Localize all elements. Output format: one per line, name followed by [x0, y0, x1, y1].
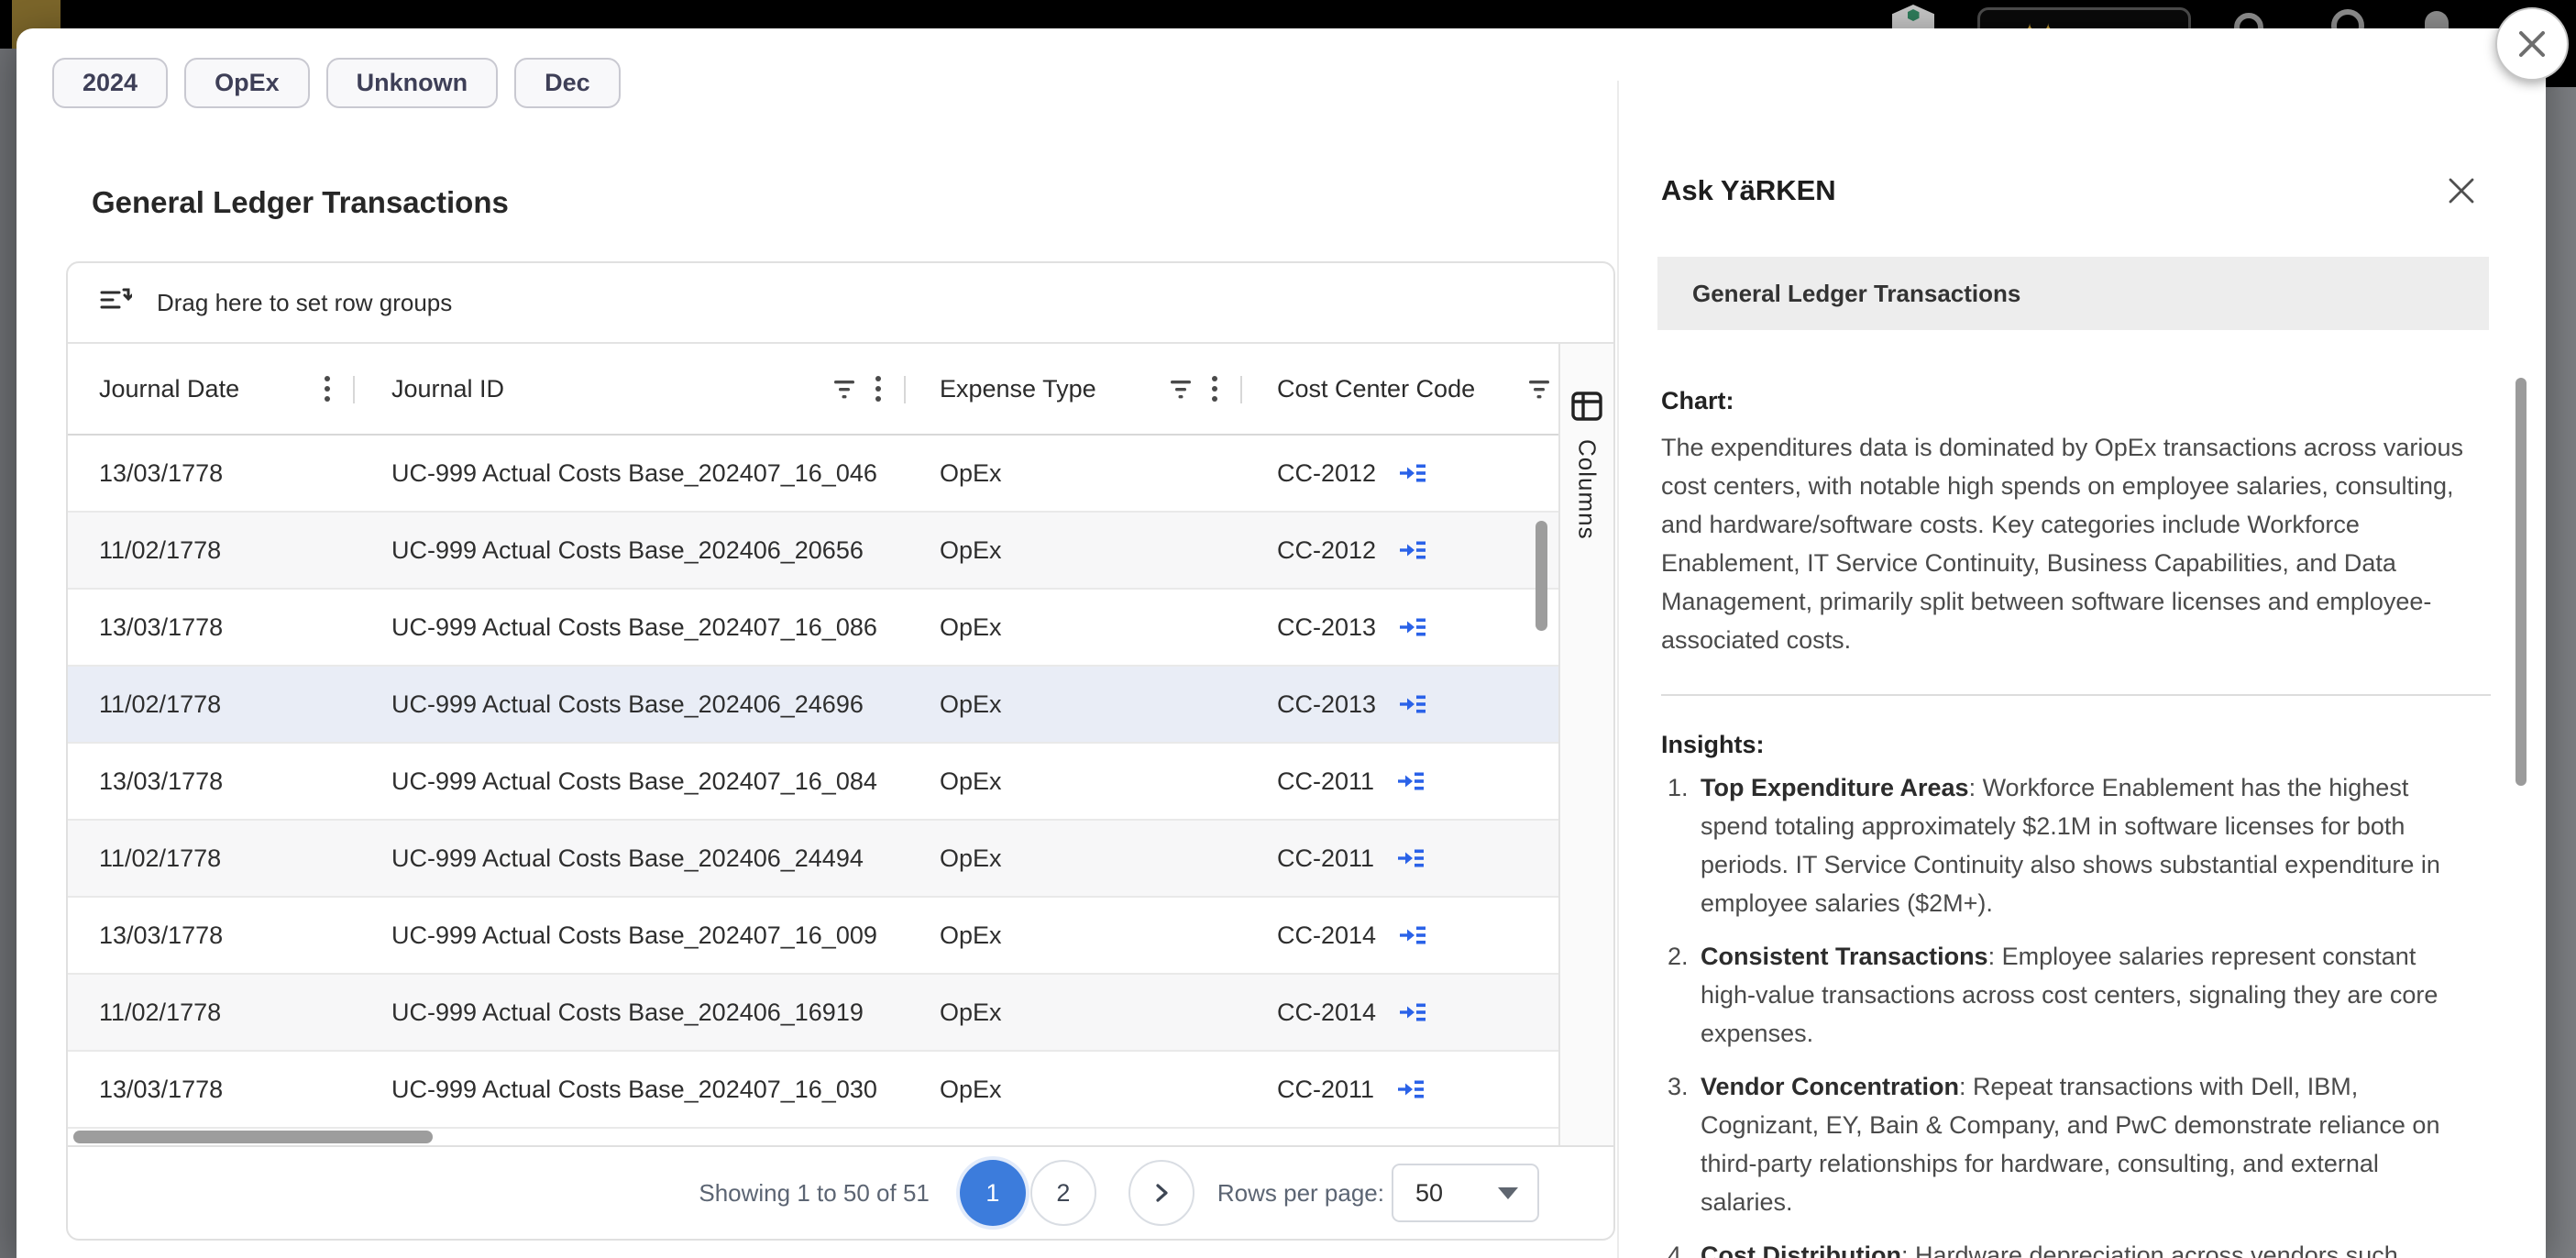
- grid-section: General Ledger Transactions Drag here to…: [17, 108, 1617, 1258]
- close-icon: [2515, 27, 2549, 61]
- horizontal-scrollbar: [68, 1129, 1558, 1145]
- list-item: 1. Top Expenditure Areas: Workforce Enab…: [1661, 768, 2477, 922]
- close-icon: [2445, 174, 2478, 207]
- filter-icon[interactable]: [1169, 377, 1193, 401]
- modal-close-button[interactable]: [2495, 7, 2569, 81]
- columns-icon: [1571, 392, 1602, 421]
- column-header-journal-date[interactable]: Journal Date: [68, 344, 355, 434]
- filter-chip-expense-type[interactable]: OpEx: [184, 58, 310, 108]
- grid-table: Journal Date Journal ID: [68, 344, 1558, 1145]
- drill-into-icon[interactable]: [1397, 1077, 1425, 1101]
- ask-divider: [1661, 694, 2491, 696]
- column-menu-icon[interactable]: [324, 375, 331, 403]
- next-page-button[interactable]: [1128, 1160, 1194, 1226]
- drill-into-icon[interactable]: [1399, 538, 1426, 562]
- columns-panel-tab[interactable]: Columns: [1558, 344, 1613, 1145]
- user-icon: [2331, 9, 2364, 28]
- ask-close-button[interactable]: [2445, 174, 2478, 207]
- chevron-right-icon: [1154, 1182, 1169, 1204]
- page-title: General Ledger Transactions: [92, 185, 1617, 220]
- page-edge-left: [0, 49, 17, 1258]
- pagination-bar: Showing 1 to 50 of 51 1 2 Rows per page:…: [68, 1145, 1613, 1239]
- data-grid: Drag here to set row groups Journal Date: [66, 261, 1615, 1241]
- app-logo-shield-icon: [1892, 5, 1934, 28]
- app-logo: FinOne: [1892, 5, 1934, 28]
- ask-query-chip: General Ledger Transactions: [1657, 257, 2489, 330]
- notifications-icon: [2425, 11, 2449, 28]
- filter-chip-year[interactable]: 2024: [52, 58, 168, 108]
- sparkles-icon: ✦✦: [2020, 20, 2057, 28]
- page-button-1[interactable]: 1: [960, 1160, 1026, 1226]
- chevron-down-icon: [1498, 1187, 1518, 1199]
- table-row[interactable]: 13/03/1778 UC-999 Actual Costs Base_2024…: [68, 1052, 1558, 1129]
- drill-into-icon[interactable]: [1399, 1000, 1426, 1024]
- drill-into-icon[interactable]: [1399, 923, 1426, 947]
- gl-transactions-modal: 2024 OpEx Unknown Dec General Ledger Tra…: [17, 28, 2546, 1258]
- pagination-summary: Showing 1 to 50 of 51: [699, 1179, 930, 1208]
- table-row[interactable]: 13/03/1778 UC-999 Actual Costs Base_2024…: [68, 898, 1558, 975]
- table-row-selected[interactable]: 11/02/1778 UC-999 Actual Costs Base_2024…: [68, 667, 1558, 744]
- table-row[interactable]: 13/03/1778 UC-999 Actual Costs Base_2024…: [68, 744, 1558, 821]
- rows-per-page-label: Rows per page:: [1217, 1179, 1384, 1208]
- page-button-2[interactable]: 2: [1030, 1160, 1096, 1226]
- chart-summary-text: The expenditures data is dominated by Op…: [1661, 428, 2491, 659]
- app-logo-cube-icon: [1908, 9, 1920, 21]
- column-menu-icon[interactable]: [1211, 375, 1218, 403]
- ask-panel: Ask YäRKEN General Ledger Transactions C…: [1619, 108, 2546, 1258]
- table-row[interactable]: 11/02/1778 UC-999 Actual Costs Base_2024…: [68, 821, 1558, 898]
- table-row[interactable]: 11/02/1778 UC-999 Actual Costs Base_2024…: [68, 513, 1558, 590]
- drill-into-icon[interactable]: [1399, 615, 1426, 639]
- app-assistant-button: ✦✦: [1977, 7, 2191, 28]
- rows-per-page-select[interactable]: 50: [1392, 1164, 1539, 1222]
- insights-list: 1. Top Expenditure Areas: Workforce Enab…: [1661, 768, 2477, 1258]
- drill-into-icon[interactable]: [1399, 461, 1426, 485]
- drill-into-icon[interactable]: [1397, 846, 1425, 870]
- horizontal-scrollbar-thumb[interactable]: [73, 1131, 433, 1143]
- columns-panel-label: Columns: [1573, 439, 1602, 540]
- list-item: 4. Cost Distribution: Hardware depreciat…: [1661, 1236, 2477, 1258]
- filter-chips-row: 2024 OpEx Unknown Dec: [17, 28, 2546, 108]
- filter-chip-unknown[interactable]: Unknown: [326, 58, 499, 108]
- column-menu-icon[interactable]: [875, 375, 882, 403]
- row-groups-icon: [99, 285, 132, 321]
- ask-panel-title: Ask YäRKEN: [1661, 174, 1836, 207]
- insights-section-label: Insights:: [1661, 731, 2491, 759]
- table-row[interactable]: 13/03/1778 UC-999 Actual Costs Base_2024…: [68, 590, 1558, 667]
- grid-header-row: Journal Date Journal ID: [68, 344, 1558, 436]
- column-header-journal-id[interactable]: Journal ID: [355, 344, 906, 434]
- list-item: 2. Consistent Transactions: Employee sal…: [1661, 937, 2477, 1053]
- column-header-expense-type[interactable]: Expense Type: [906, 344, 1242, 434]
- vertical-scrollbar-thumb[interactable]: [1536, 521, 1547, 631]
- filter-chip-month[interactable]: Dec: [514, 58, 621, 108]
- page-edge-left-top: [0, 0, 12, 49]
- drill-into-icon[interactable]: [1397, 769, 1425, 793]
- row-group-dropzone[interactable]: Drag here to set row groups: [68, 263, 1613, 344]
- ask-panel-scrollbar-thumb[interactable]: [2515, 378, 2526, 786]
- page-scrollbar-track[interactable]: [2546, 87, 2576, 1258]
- chart-section-label: Chart:: [1661, 387, 2491, 415]
- filter-icon[interactable]: [832, 377, 856, 401]
- drill-into-icon[interactable]: [1399, 692, 1426, 716]
- column-header-cost-center-code[interactable]: Cost Center Code: [1242, 344, 1558, 434]
- app-header-bar: FinOne ✦✦: [0, 0, 2576, 28]
- search-icon: [2234, 13, 2263, 28]
- table-row[interactable]: 13/03/1778 UC-999 Actual Costs Base_2024…: [68, 436, 1558, 513]
- filter-icon[interactable]: [1527, 377, 1551, 401]
- table-row[interactable]: 11/02/1778 UC-999 Actual Costs Base_2024…: [68, 975, 1558, 1052]
- row-group-hint: Drag here to set row groups: [157, 289, 452, 317]
- list-item: 3. Vendor Concentration: Repeat transact…: [1661, 1067, 2477, 1221]
- grid-rows: 13/03/1778 UC-999 Actual Costs Base_2024…: [68, 436, 1558, 1129]
